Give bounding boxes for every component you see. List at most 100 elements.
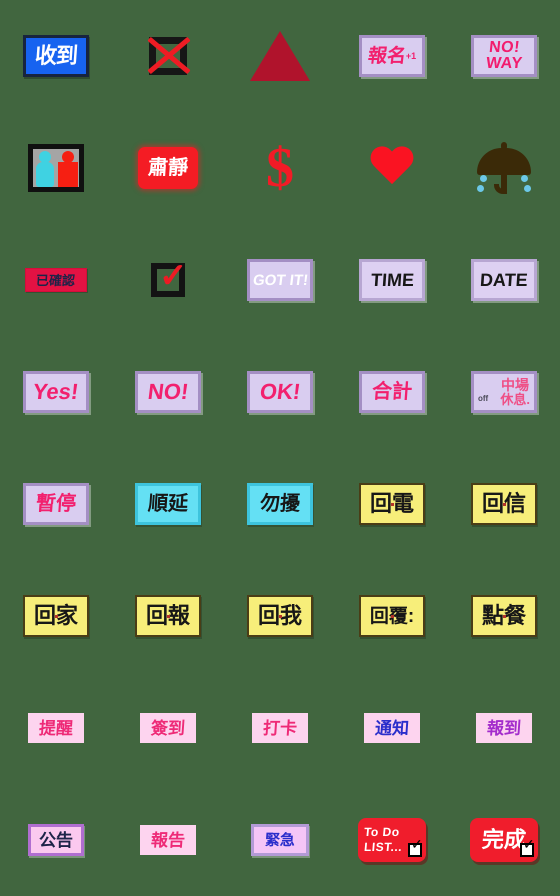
todo-checkbox-icon[interactable]: ✓ [408,839,423,857]
postpone-sign[interactable]: 順延 [135,483,201,525]
order-food-sign-label: 點餐 [481,603,526,628]
sticker-cell-no[interactable]: NO! [112,336,224,448]
notify-sign[interactable]: 通知 [364,713,420,743]
sticker-cell-announcement[interactable]: 公告 [0,784,112,896]
reminder-sign[interactable]: 提醒 [28,713,84,743]
report-sign[interactable]: 報告 [140,825,196,855]
sticker-cell-received[interactable]: 收到 [0,0,112,112]
sticker-cell-reminder[interactable]: 提醒 [0,672,112,784]
report-back-sign[interactable]: 回報 [135,595,201,637]
sticker-cell-reply-colon[interactable]: 回覆: [336,560,448,672]
no-way-lines: NO! WAY [484,39,524,72]
crossed-box-icon[interactable] [147,36,191,75]
do-not-disturb-sign[interactable]: 勿擾 [247,483,313,525]
got-it-sign[interactable]: GOT IT! [247,259,313,301]
intermission-sign[interactable]: 中場 off 休息. [471,371,537,413]
heart-icon[interactable] [369,147,415,189]
received-sign[interactable]: 收到 [23,35,89,77]
complete-sign[interactable]: 完成 ✓ [470,818,538,862]
sticker-cell-sign-in[interactable]: 簽到 [112,672,224,784]
check-in-sign-label: 報到 [486,718,522,738]
sticker-cell-checkbox[interactable]: ✓ [112,224,224,336]
no-sign[interactable]: NO! [135,371,201,413]
announcement-sign-label: 公告 [39,830,73,850]
reply-colon-sign[interactable]: 回覆: [359,595,425,637]
sticker-cell-check-in[interactable]: 報到 [448,672,560,784]
pause-sign-label: 暫停 [35,493,77,515]
male-body [35,162,54,187]
intermission-top-label: 中場 [501,377,529,393]
sticker-cell-pause[interactable]: 暫停 [0,448,112,560]
sticker-cell-notify[interactable]: 通知 [336,672,448,784]
sticker-cell-do-not-disturb[interactable]: 勿擾 [224,448,336,560]
sticker-cell-complete[interactable]: 完成 ✓ [448,784,560,896]
reply-to-me-sign-label: 回我 [257,603,302,628]
reply-letter-sign[interactable]: 回信 [471,483,537,525]
sticker-cell-got-it[interactable]: GOT IT! [224,224,336,336]
sticker-cell-time[interactable]: TIME [336,224,448,336]
pause-sign[interactable]: 暫停 [23,483,89,525]
sticker-cell-crossed-box[interactable] [112,0,224,112]
signup-sign[interactable]: 報名 +1 [359,35,425,77]
sticker-cell-date[interactable]: DATE [448,224,560,336]
reply-to-me-sign[interactable]: 回我 [247,595,313,637]
sticker-cell-intermission[interactable]: 中場 off 休息. [448,336,560,448]
silence-sign[interactable]: 肅靜 [138,147,198,189]
female-figure-icon [57,151,78,187]
no-way-sign[interactable]: NO! WAY [471,35,537,77]
total-sign[interactable]: 合計 [359,371,425,413]
yes-sign-label: Yes! [31,379,81,404]
sticker-cell-restroom[interactable] [0,112,112,224]
female-legs [64,178,71,187]
sticker-cell-heart[interactable] [336,112,448,224]
sign-in-sign[interactable]: 簽到 [140,713,196,743]
sticker-cell-postpone[interactable]: 順延 [112,448,224,560]
sticker-cell-umbrella[interactable] [448,112,560,224]
order-food-sign[interactable]: 點餐 [471,595,537,637]
announcement-sign[interactable]: 公告 [28,824,84,856]
sticker-cell-report[interactable]: 報告 [112,784,224,896]
rain-drop [524,185,531,192]
sticker-cell-go-home[interactable]: 回家 [0,560,112,672]
sticker-cell-order-food[interactable]: 點餐 [448,560,560,672]
confirmed-sign[interactable]: 已確認 [25,268,87,292]
sticker-cell-urgent[interactable]: 緊急 [224,784,336,896]
date-sign[interactable]: DATE [471,259,537,301]
sticker-cell-confirmed[interactable]: 已確認 [0,224,112,336]
postpone-sign-label: 順延 [147,493,189,515]
sticker-cell-no-way[interactable]: NO! WAY [448,0,560,112]
sticker-cell-report-back[interactable]: 回報 [112,560,224,672]
go-home-sign[interactable]: 回家 [23,595,89,637]
signup-superscript: +1 [405,50,417,61]
sticker-cell-yes[interactable]: Yes! [0,336,112,448]
restroom-icon[interactable] [28,144,84,192]
sticker-cell-ok[interactable]: OK! [224,336,336,448]
todo-list-sign[interactable]: To Do LIST... ✓ [358,818,426,862]
sticker-cell-silence[interactable]: 肅靜 [112,112,224,224]
clock-in-sign[interactable]: 打卡 [252,713,308,743]
check-in-sign[interactable]: 報到 [476,713,532,743]
sticker-cell-todo-list[interactable]: To Do LIST... ✓ [336,784,448,896]
call-back-sign[interactable]: 回電 [359,483,425,525]
sticker-cell-triangle[interactable] [224,0,336,112]
sticker-cell-reply-letter[interactable]: 回信 [448,448,560,560]
urgent-sign-label: 緊急 [264,831,296,849]
checked-box-icon[interactable]: ✓ [151,260,188,297]
sticker-cell-reply-to-me[interactable]: 回我 [224,560,336,672]
sticker-cell-clock-in[interactable]: 打卡 [224,672,336,784]
time-sign[interactable]: TIME [359,259,425,301]
red-triangle-icon[interactable] [250,31,310,81]
sticker-cell-dollar[interactable]: $ [224,112,336,224]
yes-sign[interactable]: Yes! [23,371,89,413]
dollar-sign-icon[interactable]: $ [266,140,294,196]
no-way-line-2: WAY [484,55,524,72]
complete-check-mark-icon: ✓ [523,838,535,853]
sticker-cell-signup[interactable]: 報名 +1 [336,0,448,112]
sticker-cell-total[interactable]: 合計 [336,336,448,448]
complete-checkbox-icon[interactable]: ✓ [520,839,535,857]
umbrella-rain-icon[interactable] [477,142,531,194]
ok-sign[interactable]: OK! [247,371,313,413]
sticker-cell-call-back[interactable]: 回電 [336,448,448,560]
reminder-sign-label: 提醒 [38,718,74,738]
urgent-sign[interactable]: 緊急 [251,824,309,856]
